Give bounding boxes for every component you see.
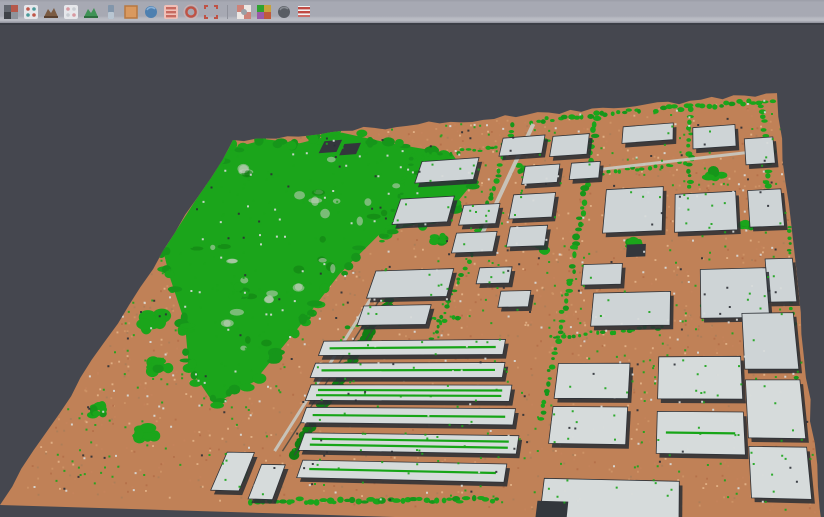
terrain-green-icon[interactable] [83, 4, 99, 20]
classification-colors-icon[interactable] [256, 4, 272, 20]
texture-checker-icon[interactable] [236, 4, 252, 20]
terrain-brown-icon[interactable] [43, 4, 59, 20]
globe-sync-icon[interactable] [143, 4, 159, 20]
point-picking-icon[interactable] [23, 4, 39, 20]
column-view-icon[interactable] [103, 4, 119, 20]
toolbar-separator [223, 4, 232, 20]
dark-sphere-icon[interactable] [276, 4, 292, 20]
zoom-fit-icon[interactable] [203, 4, 219, 20]
ortho-section-icon[interactable] [123, 4, 139, 20]
viewport-3d[interactable] [0, 0, 824, 517]
app-window [0, 0, 824, 517]
display-options-icon[interactable] [3, 4, 19, 20]
toolbar [0, 0, 824, 25]
picking-circle-icon[interactable] [183, 4, 199, 20]
point-cloud-scene [0, 0, 824, 517]
point-pair-align-icon[interactable] [63, 4, 79, 20]
scale-flag-icon[interactable] [296, 4, 312, 20]
layer-list-icon[interactable] [163, 4, 179, 20]
